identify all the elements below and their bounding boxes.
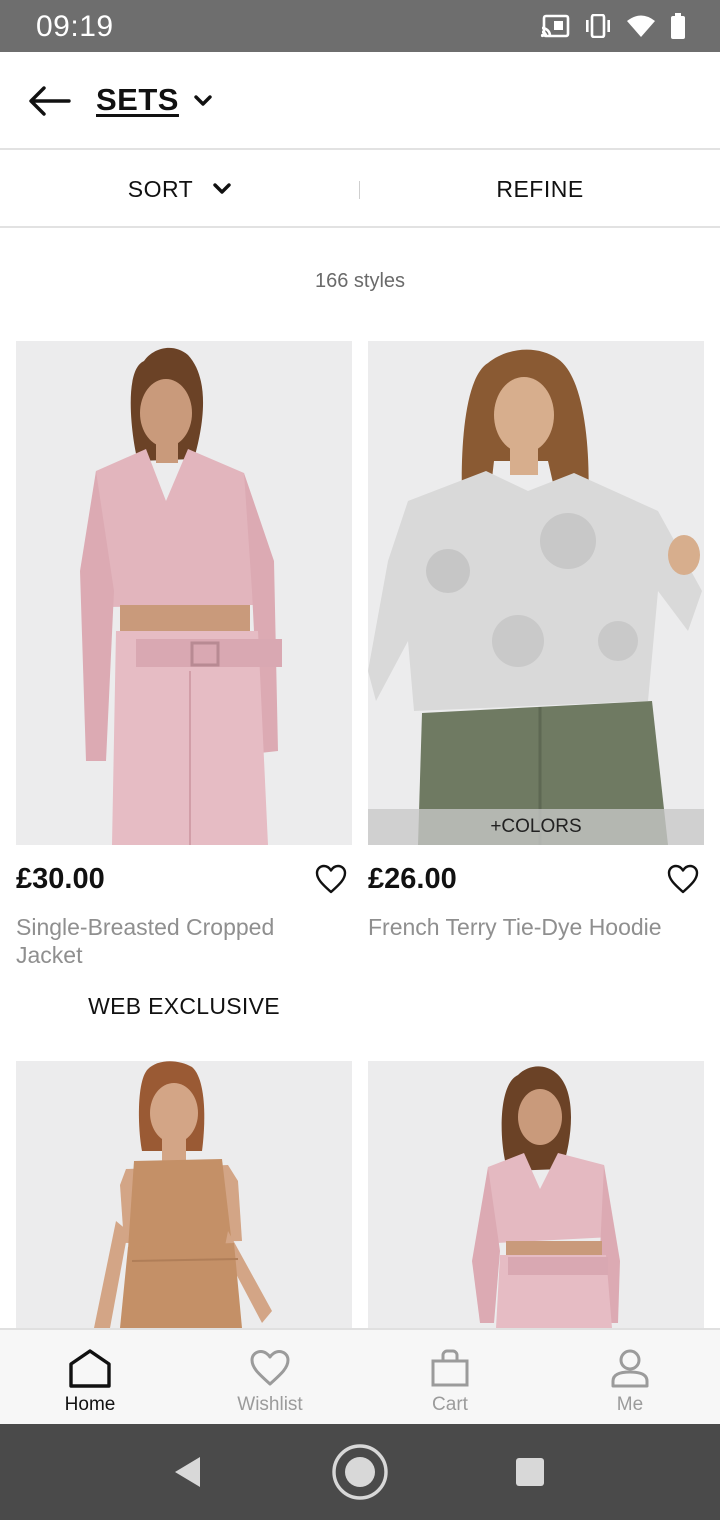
heart-icon: [667, 864, 699, 894]
wifi-icon: [626, 14, 656, 38]
recents-square-icon: [516, 1458, 544, 1486]
system-recents-button[interactable]: [500, 1442, 560, 1502]
wishlist-button[interactable]: [314, 862, 348, 896]
system-home-button[interactable]: [330, 1442, 390, 1502]
category-dropdown-button[interactable]: [190, 88, 216, 114]
status-time: 09:19: [36, 10, 114, 43]
product-price: £30.00: [16, 863, 105, 895]
home-icon: [68, 1346, 112, 1390]
more-colors-label[interactable]: +COLORS: [368, 809, 704, 845]
system-back-button[interactable]: [158, 1442, 218, 1502]
bag-icon: [430, 1346, 470, 1390]
chevron-down-icon: [213, 183, 231, 194]
bottom-navigation: Home Wishlist Cart Me: [0, 1328, 720, 1424]
product-name[interactable]: Single-Breasted Cropped Jacket: [16, 913, 336, 969]
app-header: SETS: [0, 52, 720, 150]
heart-icon: [249, 1346, 291, 1390]
person-icon: [610, 1346, 650, 1390]
sort-button[interactable]: SORT: [0, 152, 359, 226]
cast-icon: [540, 14, 570, 38]
nav-me[interactable]: Me: [540, 1330, 720, 1424]
chevron-down-icon: [194, 95, 212, 106]
refine-button[interactable]: REFINE: [360, 152, 720, 226]
arrow-left-icon: [29, 86, 71, 116]
nav-wishlist[interactable]: Wishlist: [180, 1330, 360, 1424]
product-image[interactable]: [16, 341, 352, 845]
product-image[interactable]: [368, 1061, 704, 1328]
refine-label: REFINE: [496, 175, 584, 202]
status-icons: [540, 12, 686, 40]
back-button[interactable]: [24, 76, 74, 126]
back-triangle-icon: [175, 1457, 200, 1487]
home-circle-icon: [332, 1444, 388, 1500]
nav-cart-label: Cart: [432, 1394, 468, 1415]
page-title[interactable]: SETS: [96, 82, 179, 118]
product-name[interactable]: French Terry Tie-Dye Hoodie: [368, 913, 688, 941]
vibrate-icon: [584, 14, 612, 38]
style-count: 166 styles: [314, 270, 406, 292]
nav-me-label: Me: [616, 1394, 644, 1415]
status-bar: 09:19: [0, 0, 720, 52]
nav-cart[interactable]: Cart: [360, 1330, 540, 1424]
filter-bar: SORT REFINE: [0, 152, 720, 228]
sort-label: SORT: [127, 175, 194, 202]
nav-wishlist-label: Wishlist: [237, 1394, 303, 1415]
nav-home[interactable]: Home: [0, 1330, 180, 1424]
nav-home-label: Home: [64, 1394, 116, 1415]
product-price: £26.00: [368, 863, 457, 895]
product-badge: WEB EXCLUSIVE: [88, 993, 280, 1019]
heart-icon: [315, 864, 347, 894]
battery-icon: [670, 13, 686, 39]
product-image[interactable]: +COLORS: [368, 341, 704, 845]
system-navigation-bar: [0, 1424, 720, 1520]
wishlist-button[interactable]: [666, 862, 700, 896]
product-image[interactable]: [16, 1061, 352, 1328]
